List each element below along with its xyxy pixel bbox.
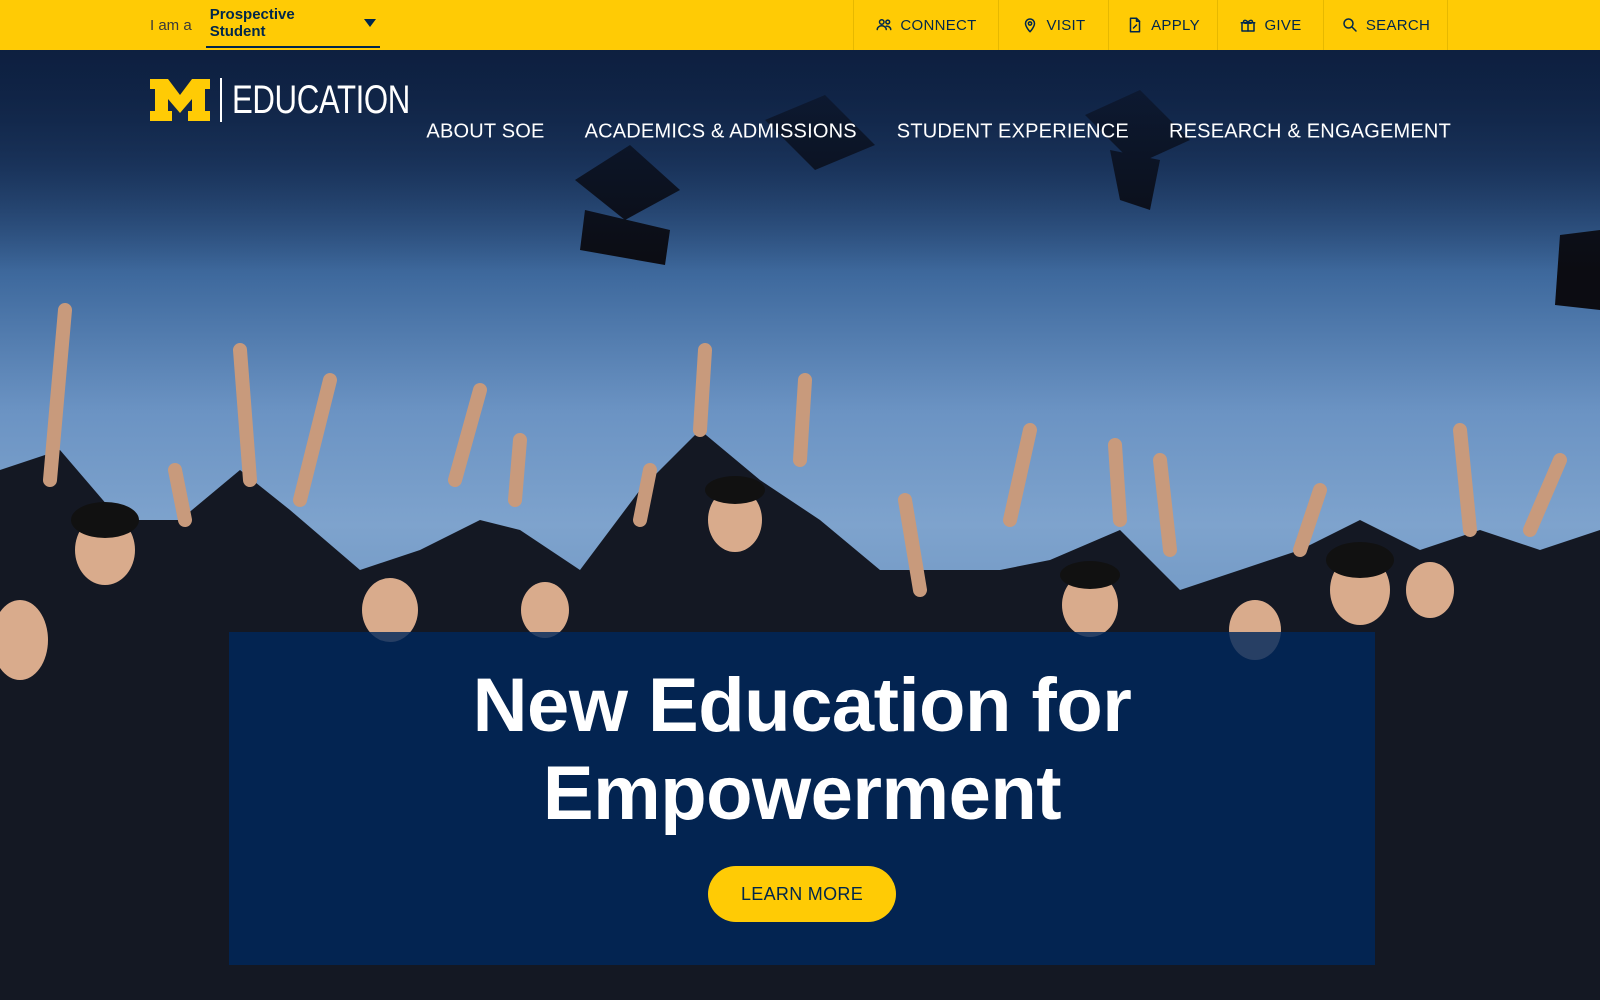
apply-label: APPLY [1151, 16, 1200, 34]
apply-link[interactable]: APPLY [1109, 0, 1218, 50]
utility-links: CONNECT VISIT APPLY GIVE SEARCH [853, 0, 1448, 50]
connect-label: CONNECT [900, 16, 977, 34]
block-m-logo [150, 79, 210, 121]
nav-item-student-experience[interactable]: STUDENT EXPERIENCE [897, 121, 1129, 144]
search-label: SEARCH [1365, 16, 1431, 34]
nav-item-about-soe[interactable]: ABOUT SOE [426, 121, 544, 144]
audience-selector: I am a Prospective Student [150, 0, 380, 50]
connect-link[interactable]: CONNECT [854, 0, 999, 50]
audience-selected-value: Prospective Student [209, 6, 295, 40]
search-link[interactable]: SEARCH [1324, 0, 1448, 50]
main-nav: EDUCATION ABOUT SOE ACADEMICS & ADMISSIO… [0, 50, 1600, 150]
visit-label: VISIT [1046, 16, 1086, 34]
audience-dropdown[interactable]: Prospective Student [205, 2, 380, 48]
utility-bar: I am a Prospective Student CONNECT VISIT… [0, 0, 1600, 50]
chevron-down-icon [363, 19, 376, 27]
people-icon [876, 19, 892, 31]
site-logo[interactable]: EDUCATION [150, 78, 460, 122]
logo-divider [220, 78, 222, 122]
gift-icon [1240, 19, 1256, 32]
learn-more-button[interactable]: LEARN MORE [708, 866, 896, 922]
visit-link[interactable]: VISIT [999, 0, 1109, 50]
nav-item-research-engagement[interactable]: RESEARCH & ENGAGEMENT [1169, 121, 1451, 144]
document-icon [1129, 17, 1141, 33]
hero-title: New Education for Empowerment [472, 663, 1132, 836]
audience-lead: I am a [150, 16, 192, 34]
primary-nav-items: ABOUT SOE ACADEMICS & ADMISSIONS STUDENT… [426, 121, 1451, 144]
hero-panel: New Education for Empowerment LEARN MORE [229, 632, 1375, 965]
nav-item-academics-admissions[interactable]: ACADEMICS & ADMISSIONS [585, 121, 857, 144]
map-pin-icon [1025, 18, 1036, 33]
give-label: GIVE [1264, 16, 1302, 34]
give-link[interactable]: GIVE [1218, 0, 1324, 50]
search-icon [1343, 18, 1357, 32]
logo-wordmark: EDUCATION [232, 78, 410, 122]
